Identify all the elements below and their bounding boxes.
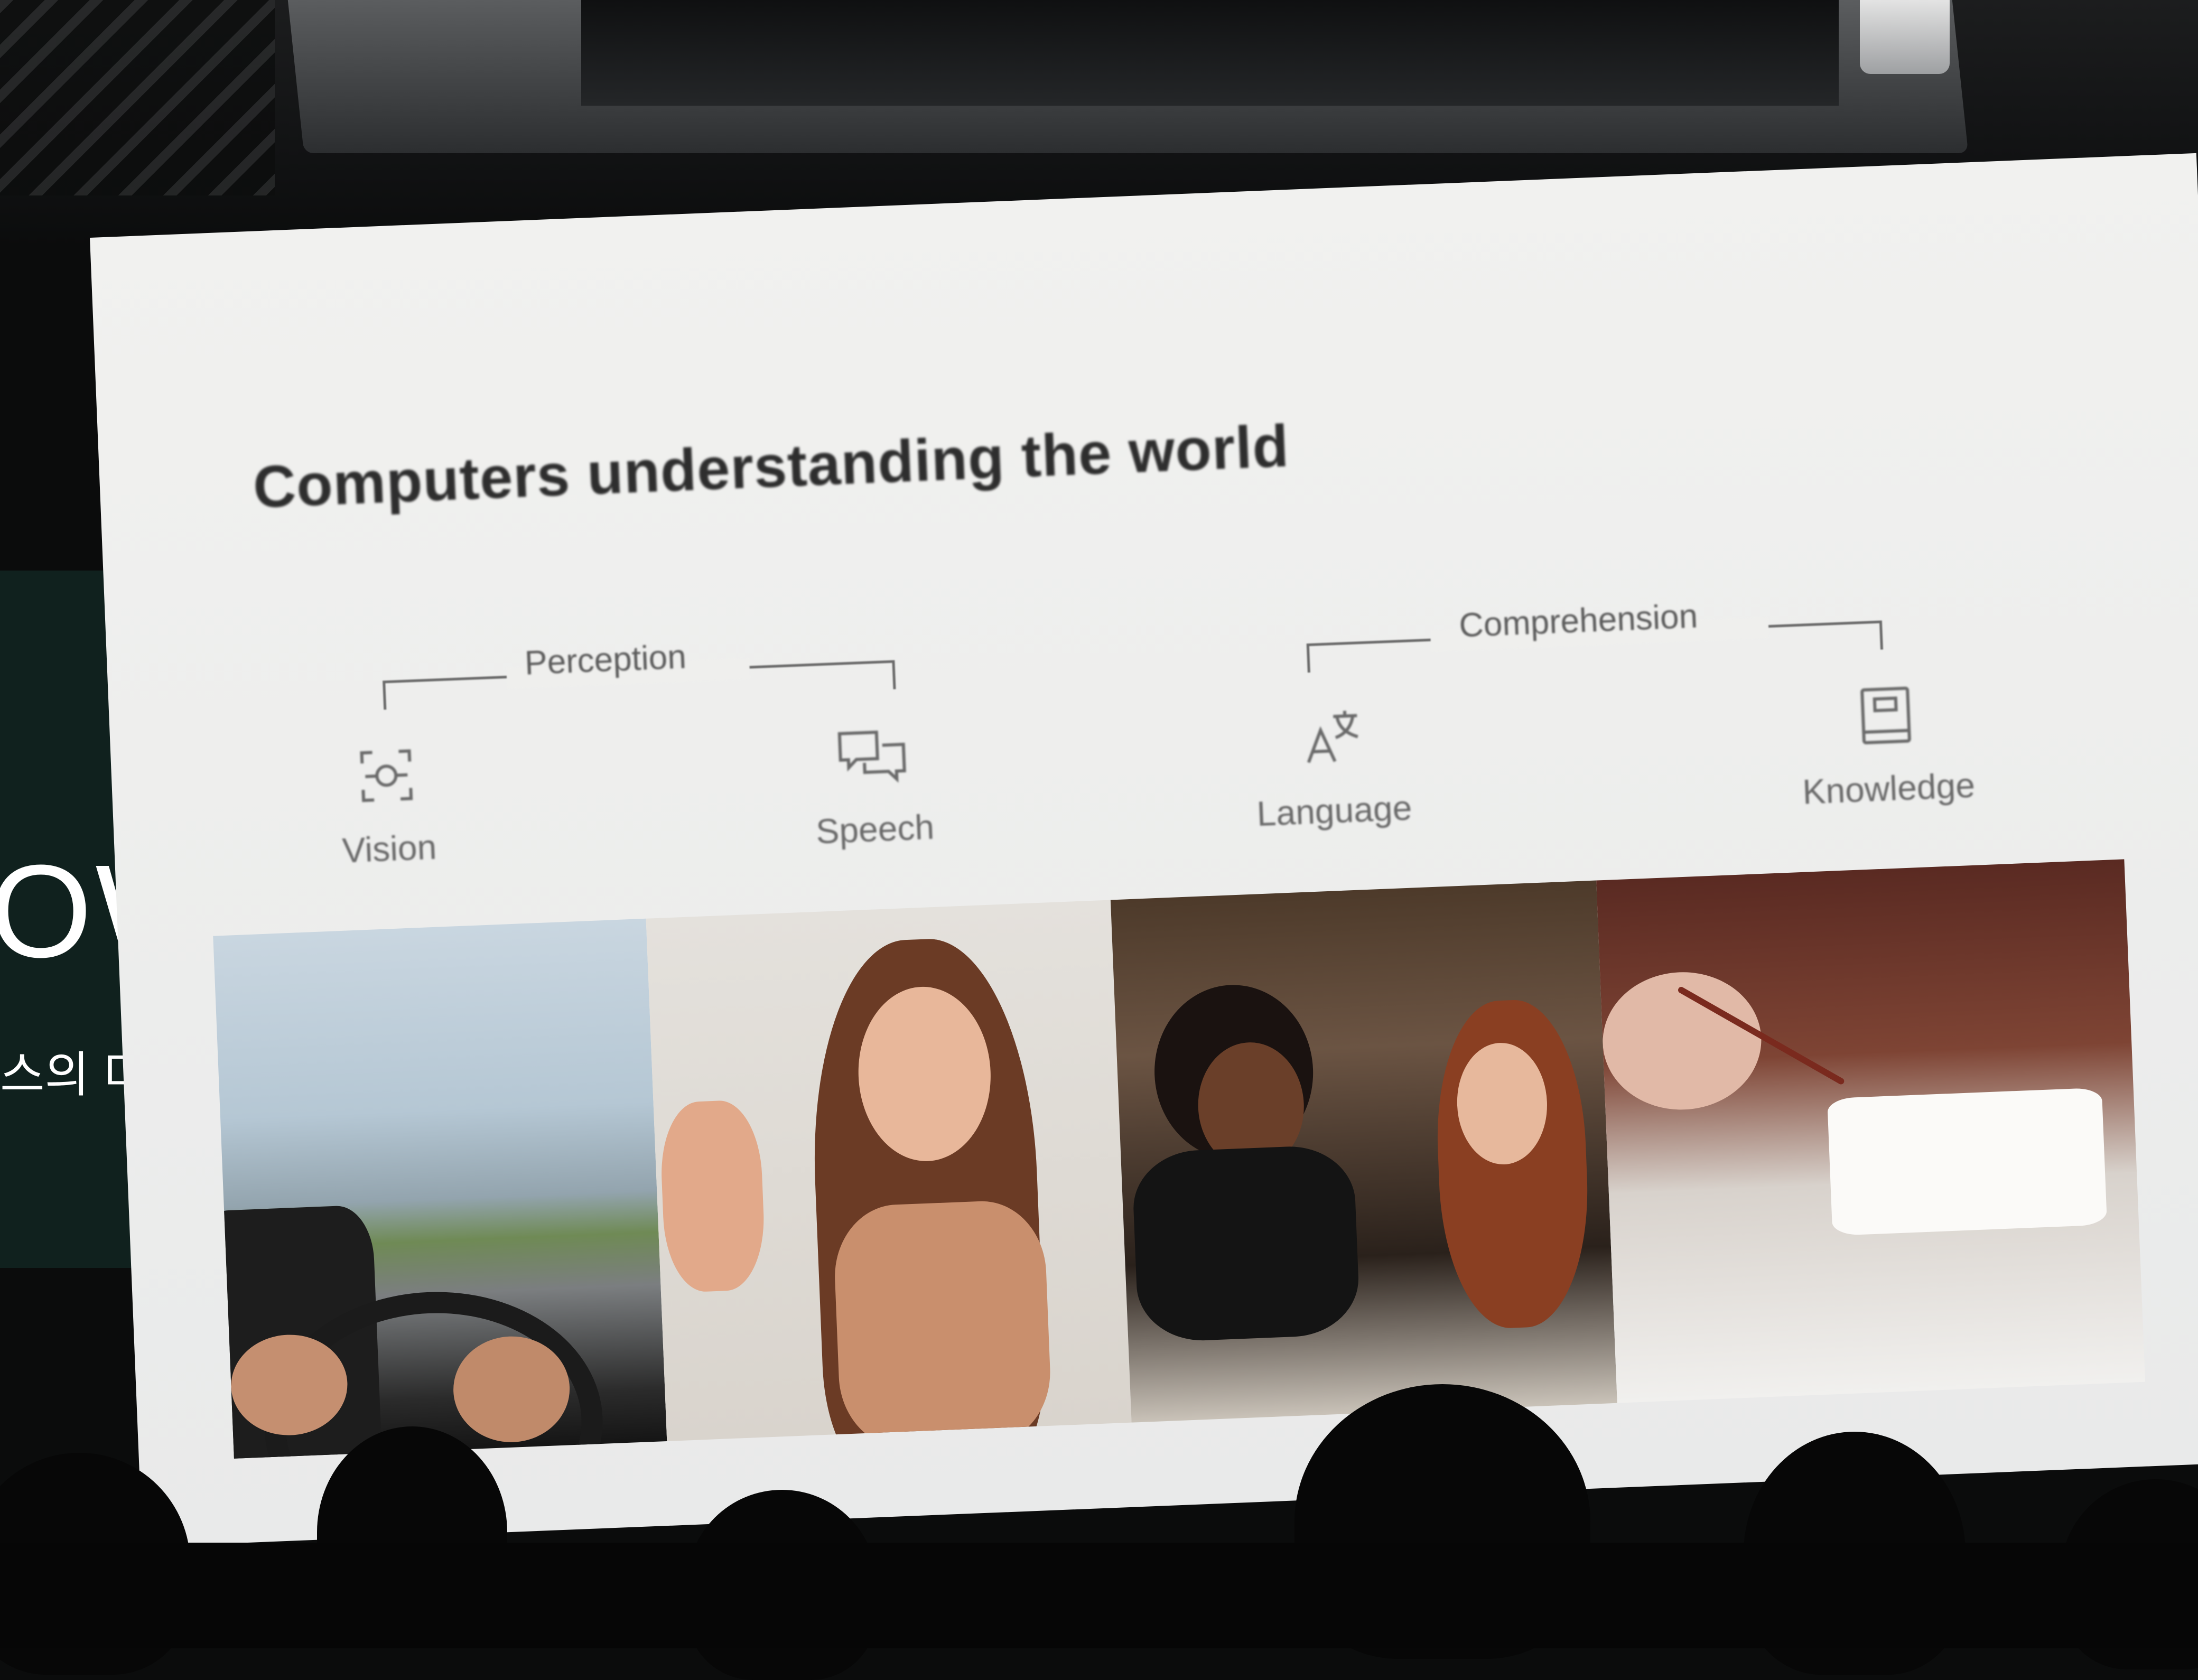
projector-housing [581, 0, 1839, 106]
translate-icon [1307, 711, 1358, 763]
category-knowledge: Knowledge [1790, 680, 1985, 812]
category-label-knowledge: Knowledge [1801, 765, 1976, 811]
speech-bubbles-icon [837, 730, 906, 783]
category-label-vision: Vision [341, 827, 437, 870]
book-icon [1860, 686, 1911, 744]
category-label-speech: Speech [815, 807, 935, 851]
category-label-language: Language [1256, 788, 1413, 834]
category-speech: Speech [776, 721, 971, 853]
category-vision: Vision [290, 740, 485, 872]
two-women-talking-photo [1110, 880, 1617, 1423]
category-language: Language [1235, 702, 1430, 834]
driving-photo [213, 918, 667, 1459]
slide-title: Computers understanding the world [252, 413, 1291, 520]
lighting-truss [0, 0, 275, 195]
audience-row [0, 1543, 2198, 1648]
group-label-perception: Perception [524, 637, 687, 682]
hand-writing-photo [1596, 859, 2146, 1403]
presentation-slide: Computers understanding the world Percep… [90, 153, 2198, 1547]
ceiling-light [1860, 0, 1950, 74]
vision-scan-icon [360, 749, 413, 802]
woman-waving-photo [646, 900, 1132, 1441]
